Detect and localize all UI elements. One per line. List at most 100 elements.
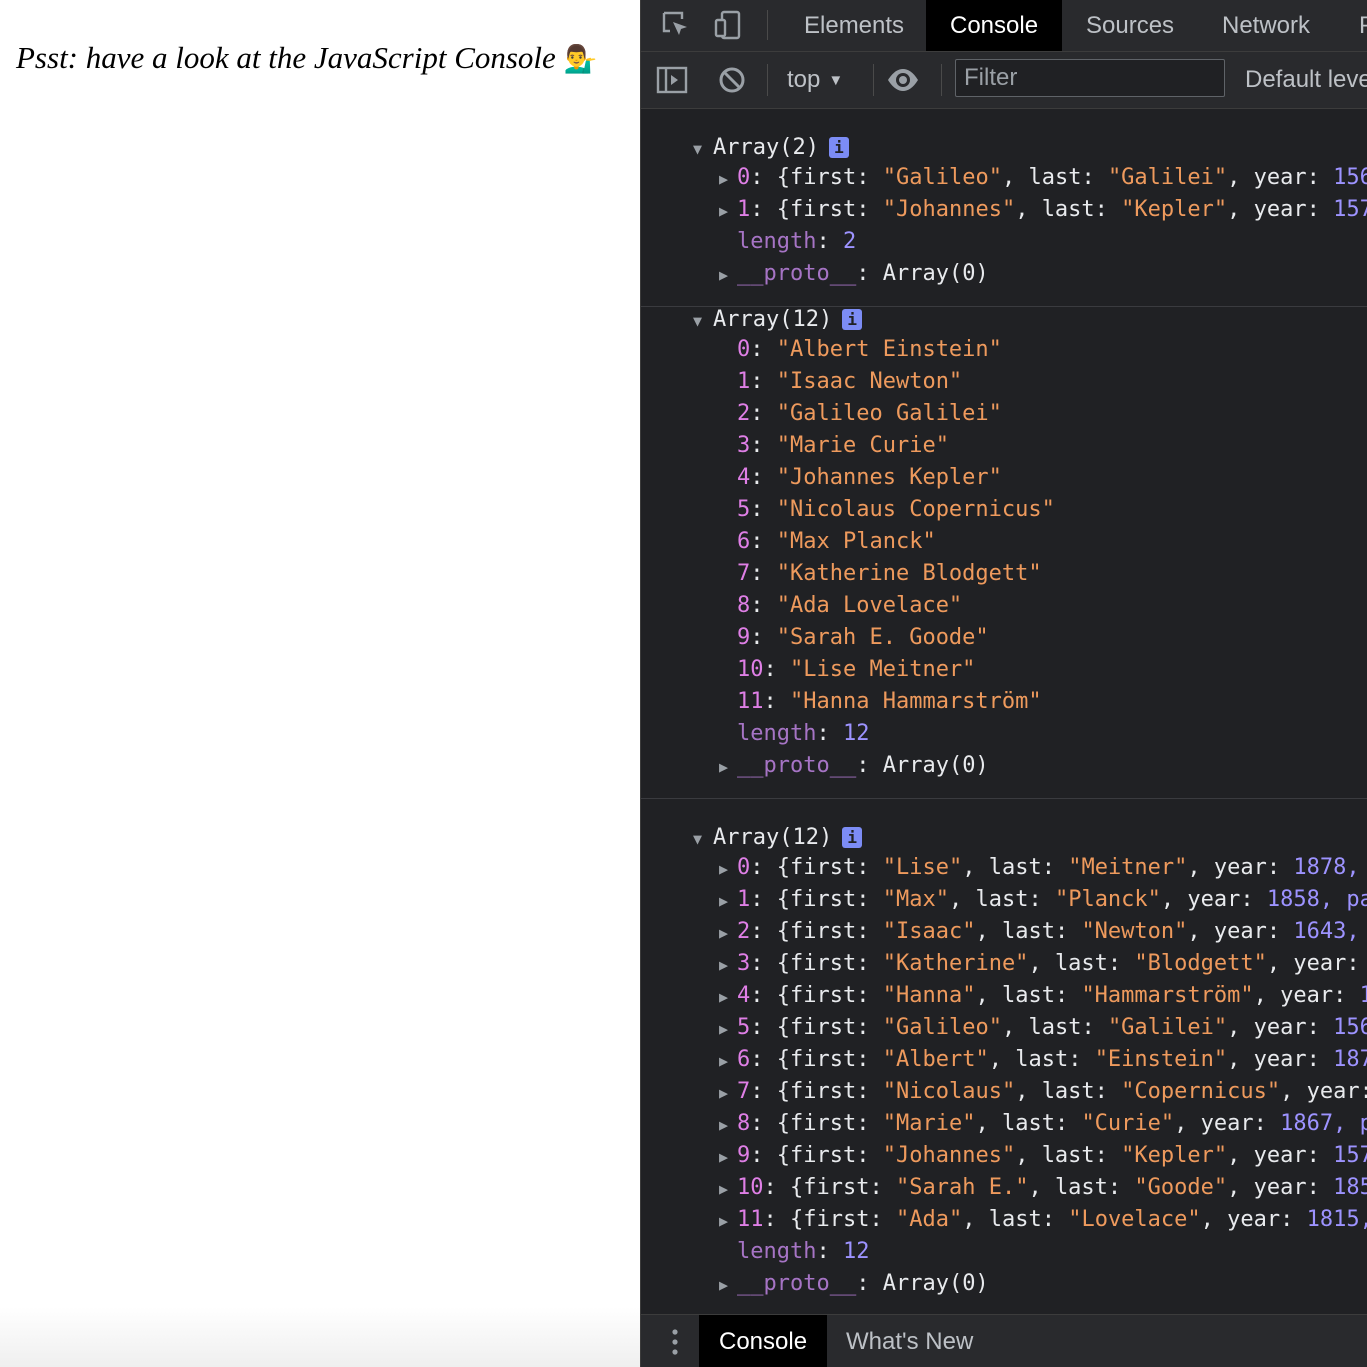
- live-expression-icon[interactable]: [886, 63, 920, 97]
- punctuation: : {: [750, 887, 790, 912]
- proto-row[interactable]: ▶ __proto__: Array(0): [719, 1268, 989, 1300]
- context-selector-label: top: [787, 66, 821, 93]
- object-entry-row[interactable]: ▶ 11: {first: "Ada", last: "Lovelace", ye…: [719, 1204, 1367, 1236]
- entry-index: 5: [737, 497, 751, 522]
- object-entry-row[interactable]: ▶ 0: {first: "Galileo", last: "Galilei", …: [719, 162, 1367, 194]
- last-value: "Meitner": [1068, 855, 1188, 880]
- expand-triangle-icon: ▶: [719, 202, 729, 220]
- last-value: "Galilei": [1107, 165, 1228, 190]
- length-key: length: [737, 721, 817, 746]
- drawer-tab-whats-new[interactable]: What's New: [846, 1315, 973, 1367]
- year-value: 1867, p: [1280, 1111, 1367, 1136]
- expand-triangle-icon: ▶: [719, 1148, 729, 1166]
- year-value: 1858, pa: [1266, 887, 1367, 912]
- array-header[interactable]: ▼ Array(2) i: [693, 132, 849, 164]
- clear-console-icon[interactable]: [715, 63, 749, 97]
- punctuation: ,: [1227, 1175, 1254, 1200]
- punctuation: :: [1081, 165, 1108, 190]
- punctuation: :: [1280, 1207, 1307, 1232]
- year-value: 185: [1333, 1175, 1367, 1200]
- length-value: 2: [842, 229, 857, 254]
- first-value: "Johannes": [882, 1143, 1016, 1168]
- entry-index: 0: [737, 165, 751, 190]
- punctuation: :: [1306, 1047, 1334, 1072]
- tab-sources[interactable]: Sources: [1086, 0, 1174, 51]
- object-entry-row[interactable]: ▶ 5: {first: "Galileo", last: "Galilei", …: [719, 1012, 1367, 1044]
- sidebar-toggle-icon[interactable]: [655, 63, 689, 97]
- property-key: last: [1054, 951, 1108, 976]
- length-value: 12: [842, 721, 870, 746]
- property-key: first: [790, 951, 857, 976]
- punctuation: ,: [1028, 1175, 1055, 1200]
- entry-index: 7: [737, 1079, 751, 1104]
- punctuation: :: [856, 197, 883, 222]
- first-value: "Lise": [882, 855, 963, 880]
- punctuation: ,: [1266, 951, 1294, 976]
- tab-elements[interactable]: Elements: [804, 0, 904, 51]
- expand-triangle-icon: ▶: [719, 1020, 729, 1038]
- punctuation: ,: [1227, 1143, 1254, 1168]
- punctuation: :: [856, 1079, 883, 1104]
- punctuation: ,: [1015, 197, 1042, 222]
- property-key: last: [975, 887, 1029, 912]
- tab-console[interactable]: Console: [926, 0, 1063, 51]
- object-entry-row[interactable]: ▶ 2: {first: "Isaac", last: "Newton", yea…: [719, 916, 1360, 948]
- last-value: "Newton": [1081, 919, 1188, 944]
- punctuation: :: [816, 721, 843, 746]
- filter-input[interactable]: [955, 59, 1225, 97]
- proto-row[interactable]: ▶ __proto__: Array(0): [719, 258, 989, 290]
- punctuation: : {: [750, 197, 790, 222]
- entry-index: 7: [737, 561, 751, 586]
- punctuation: :: [856, 855, 883, 880]
- punctuation: ,: [1253, 983, 1281, 1008]
- punctuation: :: [1306, 165, 1334, 190]
- punctuation: ,: [962, 1207, 989, 1232]
- punctuation: :: [750, 625, 777, 650]
- property-key: last: [1001, 1111, 1055, 1136]
- property-key: first: [790, 1111, 857, 1136]
- more-options-icon[interactable]: [665, 1327, 685, 1357]
- entry-index: 2: [737, 919, 751, 944]
- object-entry-row[interactable]: ▶ 6: {first: "Albert", last: "Einstein", …: [719, 1044, 1367, 1076]
- punctuation: :: [1253, 1111, 1281, 1136]
- object-entry-row[interactable]: ▶ 8: {first: "Marie", last: "Curie", year…: [719, 1108, 1367, 1140]
- object-entry-row[interactable]: ▶ 1: {first: "Johannes", last: "Kepler", …: [719, 194, 1367, 226]
- tab-network[interactable]: Network: [1222, 0, 1310, 51]
- device-toggle-icon[interactable]: [711, 8, 745, 42]
- page-message: Psst: have a look at the JavaScript Cons…: [16, 40, 597, 76]
- object-entry-row[interactable]: ▶ 3: {first: "Katherine", last: "Blodgett…: [719, 948, 1367, 980]
- first-value: "Ada": [895, 1207, 963, 1232]
- punctuation: ,: [1015, 1079, 1042, 1104]
- context-selector[interactable]: top ▼: [787, 64, 843, 96]
- property-key: year: [1293, 951, 1347, 976]
- tab-overflow[interactable]: P: [1359, 0, 1367, 51]
- expand-triangle-icon: ▶: [719, 1212, 729, 1230]
- object-entry-row[interactable]: ▶ 7: {first: "Nicolaus", last: "Copernicu…: [719, 1076, 1367, 1108]
- property-key: last: [988, 1207, 1042, 1232]
- expand-triangle-icon: ▶: [719, 170, 729, 188]
- object-entry-row[interactable]: ▶ 4: {first: "Hanna", last: "Hammarström"…: [719, 980, 1367, 1012]
- array-header[interactable]: ▼ Array(12) i: [693, 304, 863, 336]
- property-key: first: [790, 1079, 857, 1104]
- console-output[interactable]: ▼ Array(2) i ▶ 0: {first: "Galileo", last: "…: [641, 109, 1367, 1314]
- property-key: year: [1213, 919, 1267, 944]
- length-row: length: 12: [737, 1236, 869, 1268]
- punctuation: :: [869, 1175, 896, 1200]
- entry-index: 6: [737, 1047, 751, 1072]
- property-key: last: [1015, 1047, 1069, 1072]
- inspect-element-icon[interactable]: [659, 8, 693, 42]
- property-key: year: [1227, 1207, 1281, 1232]
- object-entry-row[interactable]: ▶ 10: {first: "Sarah E.", last: "Goode", …: [719, 1172, 1367, 1204]
- punctuation: :: [856, 919, 883, 944]
- punctuation: :: [816, 229, 843, 254]
- object-entry-row[interactable]: ▶ 9: {first: "Johannes", last: "Kepler", …: [719, 1140, 1367, 1172]
- log-levels-dropdown[interactable]: Default levels: [1245, 64, 1367, 96]
- object-entry-row[interactable]: ▶ 1: {first: "Max", last: "Planck", year:…: [719, 884, 1367, 916]
- punctuation: :: [1041, 1207, 1069, 1232]
- array-header[interactable]: ▼ Array(12) i: [693, 822, 863, 854]
- first-value: "Isaac": [882, 919, 976, 944]
- punctuation: :: [1107, 1175, 1135, 1200]
- proto-row[interactable]: ▶ __proto__: Array(0): [719, 750, 989, 782]
- drawer-tab-console[interactable]: Console: [699, 1315, 828, 1367]
- object-entry-row[interactable]: ▶ 0: {first: "Lise", last: "Meitner", yea…: [719, 852, 1360, 884]
